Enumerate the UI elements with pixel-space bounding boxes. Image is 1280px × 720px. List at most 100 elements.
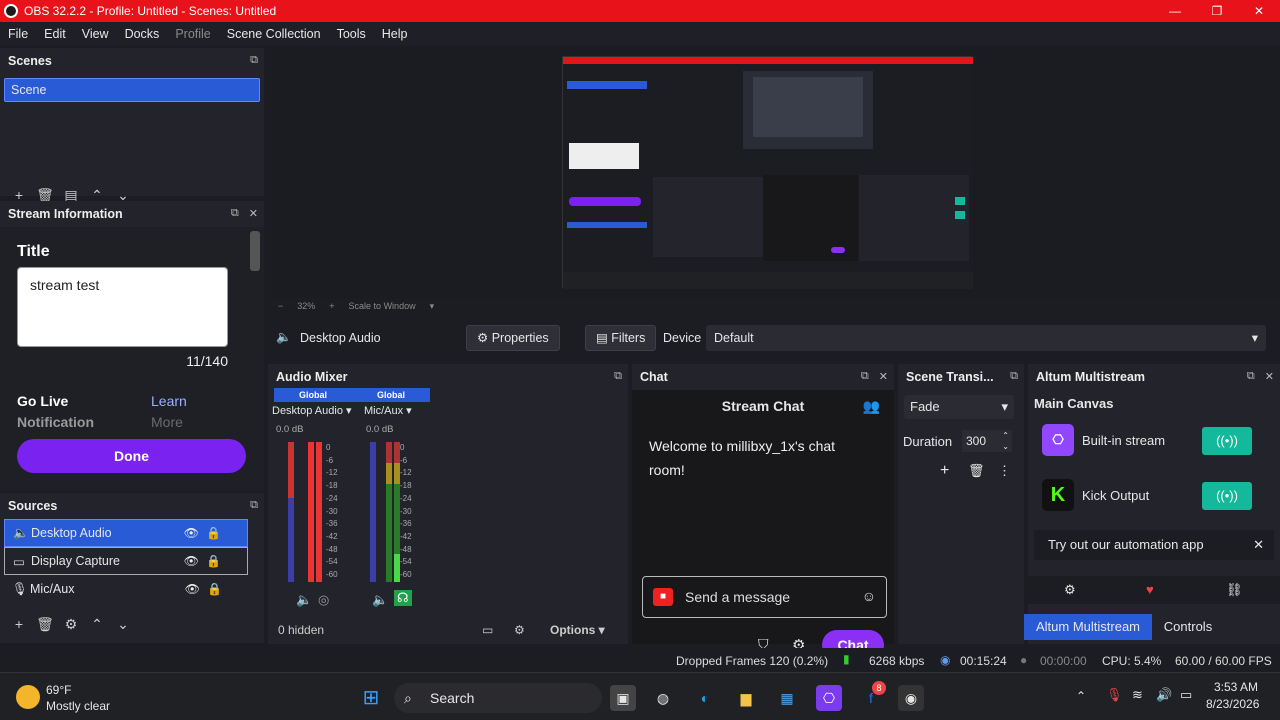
app-icon[interactable]: ◍ [650, 685, 676, 711]
lock-icon[interactable]: 🔒 [206, 526, 221, 540]
zoom-in-icon[interactable]: + [329, 301, 334, 311]
tab-altum-multistream[interactable]: Altum Multistream [1024, 614, 1152, 640]
close-icon[interactable]: ✕ [249, 207, 258, 220]
live-time: 00:15:24 [960, 654, 1007, 668]
duration-input[interactable]: 300 ⌃ ⌄ [962, 430, 1012, 452]
canvas-label: Main Canvas [1034, 396, 1114, 411]
headphones-icon[interactable]: ☊ [394, 590, 412, 606]
users-icon[interactable]: 👥 [863, 398, 880, 415]
monitor-off-icon[interactable]: ◎ [318, 592, 329, 608]
stepper-icon[interactable]: ⌃ ⌄ [1002, 430, 1009, 452]
menu-profile[interactable]: Profile [167, 27, 218, 41]
device-select[interactable]: Default ▾ [706, 325, 1266, 351]
more-options-icon[interactable]: ⋮ [998, 463, 1011, 479]
source-item-desktop-audio[interactable]: 🔈 Desktop Audio 👁 🔒 [4, 519, 248, 547]
gear-icon[interactable]: ⚙ [1064, 582, 1076, 598]
menu-file[interactable]: File [0, 27, 36, 41]
transition-select[interactable]: Fade ▾ [904, 395, 1014, 419]
scene-item[interactable]: Scene [4, 78, 260, 102]
close-icon[interactable]: ✕ [1253, 530, 1264, 560]
add-icon[interactable]: + [6, 616, 32, 632]
minimize-button[interactable]: — [1154, 0, 1196, 22]
close-icon[interactable]: ✕ [1265, 370, 1274, 383]
float-icon[interactable]: ⧉ [250, 499, 258, 512]
menu-help[interactable]: Help [374, 27, 416, 41]
heart-icon[interactable]: ♥ [1146, 582, 1154, 597]
clock-date[interactable]: 8/23/2026 [1206, 697, 1259, 711]
volume-fader[interactable] [288, 442, 294, 582]
float-icon[interactable]: ⧉ [861, 370, 869, 383]
emoji-icon[interactable]: ☺ [862, 588, 876, 604]
visibility-icon[interactable]: 👁 [184, 554, 199, 568]
channel-db: 0.0 dB [276, 424, 304, 435]
stream-toggle-button[interactable]: ((•)) [1202, 482, 1252, 510]
file-explorer-icon[interactable]: ▆ [733, 685, 759, 711]
chevron-down-icon: ▾ [1001, 399, 1008, 414]
lock-icon[interactable]: 🔒 [207, 582, 222, 596]
windows-start-icon[interactable]: ⊞ [358, 685, 384, 711]
done-button[interactable]: Done [17, 439, 246, 473]
battery-icon[interactable]: ▭ [1180, 687, 1192, 703]
move-down-icon[interactable]: ⌄ [110, 616, 136, 633]
stream-title-input[interactable]: stream test [17, 267, 228, 347]
speaker-icon[interactable]: 🔈 [372, 592, 388, 608]
chat-input[interactable]: ■ Send a message ☺ [642, 576, 887, 618]
maximize-button[interactable]: ❐ [1196, 0, 1238, 22]
menu-edit[interactable]: Edit [36, 27, 74, 41]
visibility-icon[interactable]: 👁 [184, 526, 199, 540]
taskbar-search[interactable]: ⌕ Search [394, 683, 602, 713]
scale-mode[interactable]: Scale to Window [349, 301, 416, 311]
preview-canvas[interactable] [272, 48, 1280, 298]
trash-icon[interactable]: 🗑 [968, 463, 985, 479]
volume-fader[interactable] [370, 442, 376, 582]
tab-controls[interactable]: Controls [1156, 614, 1220, 640]
store-icon[interactable]: ▦ [774, 685, 800, 711]
link-icon[interactable]: ⛓ [1226, 582, 1243, 598]
trash-icon[interactable]: 🗑 [32, 616, 58, 633]
properties-button[interactable]: ⚙ Properties [466, 325, 560, 351]
channel-name[interactable]: Desktop Audio ▾ [272, 404, 352, 417]
close-button[interactable]: ✕ [1238, 0, 1280, 22]
settings-icon[interactable]: ⚙ [514, 623, 525, 637]
promo-banner[interactable]: Try out our automation app ✕ [1034, 530, 1274, 560]
edge-icon[interactable]: ◐ [692, 685, 718, 711]
go-live-notification-label: Go Live Notification [17, 393, 94, 430]
menu-docks[interactable]: Docks [117, 27, 168, 41]
options-button[interactable]: Options ▾ [550, 623, 605, 637]
learn-more-link[interactable]: Learn More [151, 391, 187, 433]
zoom-out-icon[interactable]: − [278, 301, 283, 311]
chevron-down-icon[interactable]: ▾ [430, 301, 435, 312]
speaker-icon[interactable]: 🔈 [296, 592, 312, 608]
lock-icon[interactable]: 🔒 [206, 554, 221, 568]
wifi-icon[interactable]: ≋ [1132, 687, 1143, 703]
microphone-icon[interactable]: 🎙 [1106, 687, 1123, 703]
layout-icon[interactable]: ▭ [482, 623, 493, 637]
move-up-icon[interactable]: ⌃ [84, 616, 110, 633]
task-view-icon[interactable]: ▣ [610, 685, 636, 711]
float-icon[interactable]: ⧉ [1010, 370, 1018, 383]
source-item-display-capture[interactable]: ▭ Display Capture 👁 🔒 [4, 547, 248, 575]
menu-scene-collection[interactable]: Scene Collection [219, 27, 329, 41]
filters-button[interactable]: ▤ Filters [585, 325, 657, 351]
channel-name[interactable]: Mic/Aux ▾ [364, 404, 412, 417]
float-icon[interactable]: ⧉ [1247, 370, 1255, 383]
scenes-title: Scenes [8, 54, 52, 68]
chevron-up-icon[interactable]: ⌃ [1076, 689, 1086, 703]
float-icon[interactable]: ⧉ [231, 207, 239, 220]
menu-tools[interactable]: Tools [329, 27, 374, 41]
weather-moon-icon[interactable] [16, 685, 40, 709]
clock-time[interactable]: 3:53 AM [1214, 680, 1258, 694]
volume-icon[interactable]: 🔊 [1156, 687, 1172, 703]
add-icon[interactable]: + [940, 462, 949, 480]
visibility-icon[interactable]: 👁 [185, 582, 200, 596]
scrollbar[interactable] [250, 231, 260, 271]
stream-toggle-button[interactable]: ((•)) [1202, 427, 1252, 455]
source-item-mic-aux[interactable]: 🎙 Mic/Aux 👁 🔒 [4, 575, 248, 603]
close-icon[interactable]: ✕ [879, 370, 888, 383]
menu-view[interactable]: View [74, 27, 117, 41]
float-icon[interactable]: ⧉ [250, 54, 258, 67]
twitch-app-icon[interactable]: ⎔ [816, 685, 842, 711]
gear-icon[interactable]: ⚙ [58, 616, 84, 633]
obs-taskbar-icon[interactable]: ◉ [898, 685, 924, 711]
float-icon[interactable]: ⧉ [614, 370, 622, 383]
